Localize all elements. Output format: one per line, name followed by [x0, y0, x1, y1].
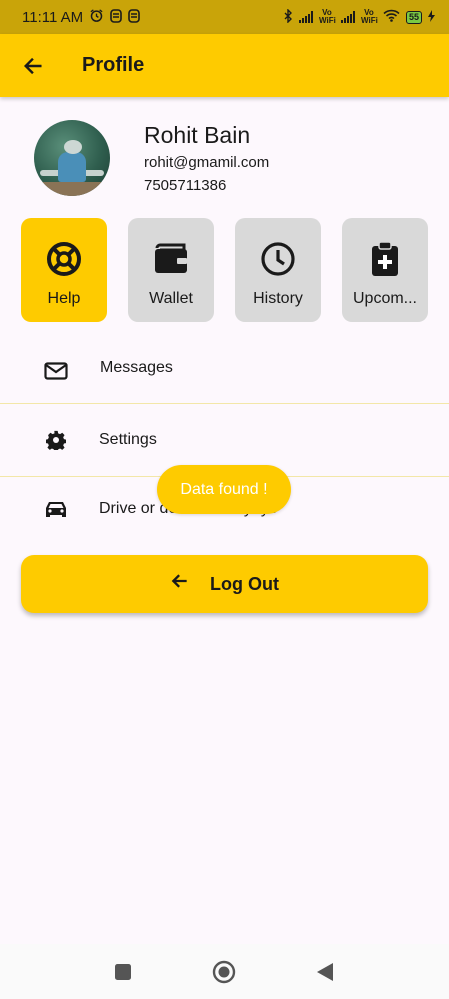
notification-icon [128, 8, 140, 26]
signal-icon [340, 11, 355, 23]
triangle-back-icon [317, 963, 333, 981]
page-title: Profile [82, 54, 145, 76]
wallet-icon [152, 240, 190, 278]
gear-icon [44, 428, 68, 452]
menu-label: Settings [99, 431, 157, 448]
battery-indicator: 55 [405, 10, 422, 24]
upcoming-tile[interactable]: Upcom... [342, 218, 428, 322]
charging-icon [428, 9, 435, 25]
status-bar: 11:11 AM Vo WiFi Vo WiFi 55 [0, 0, 449, 34]
history-tile[interactable]: History [235, 218, 321, 322]
notification-icon [110, 8, 122, 26]
system-nav-bar [0, 944, 449, 999]
logout-button[interactable]: Log Out [21, 555, 428, 613]
clipboard-plus-icon [366, 240, 404, 278]
status-time: 11:11 AM [22, 8, 84, 26]
back-button[interactable] [0, 34, 64, 97]
avatar[interactable] [34, 120, 110, 196]
app-bar: Profile [0, 34, 449, 97]
profile-name: Rohit Bain [144, 122, 251, 148]
circle-icon [212, 960, 236, 984]
arrow-left-icon [170, 571, 190, 597]
tile-label: Upcom... [352, 290, 417, 307]
help-tile[interactable]: Help [21, 218, 107, 322]
clock-icon [259, 240, 297, 278]
wifi-icon [383, 9, 400, 25]
tile-label: Help [47, 290, 81, 307]
arrow-left-icon [23, 57, 42, 74]
mail-icon [44, 359, 68, 383]
menu-item-messages[interactable]: Messages [0, 340, 449, 402]
menu-label: Messages [100, 359, 173, 376]
bluetooth-icon [283, 7, 293, 26]
vowifi-label: Vo WiFi [360, 8, 378, 25]
home-button[interactable] [212, 960, 236, 984]
tile-label: History [253, 290, 303, 307]
wallet-tile[interactable]: Wallet [128, 218, 214, 322]
recents-button[interactable] [114, 963, 132, 981]
profile-email: rohit@gmamil.com [144, 154, 270, 171]
logout-label: Log Out [210, 573, 279, 594]
lifebuoy-icon [45, 240, 83, 278]
toast-message: Data found ! [157, 465, 291, 514]
car-icon [44, 497, 68, 521]
vowifi-label: Vo WiFi [318, 8, 336, 25]
profile-phone: 7505711386 [144, 177, 227, 194]
quick-actions: Help Wallet History Upcom... [21, 218, 428, 322]
tile-label: Wallet [149, 290, 193, 307]
square-icon [115, 964, 131, 980]
signal-icon [298, 11, 313, 23]
back-nav-button[interactable] [316, 962, 334, 982]
alarm-icon [89, 8, 104, 26]
